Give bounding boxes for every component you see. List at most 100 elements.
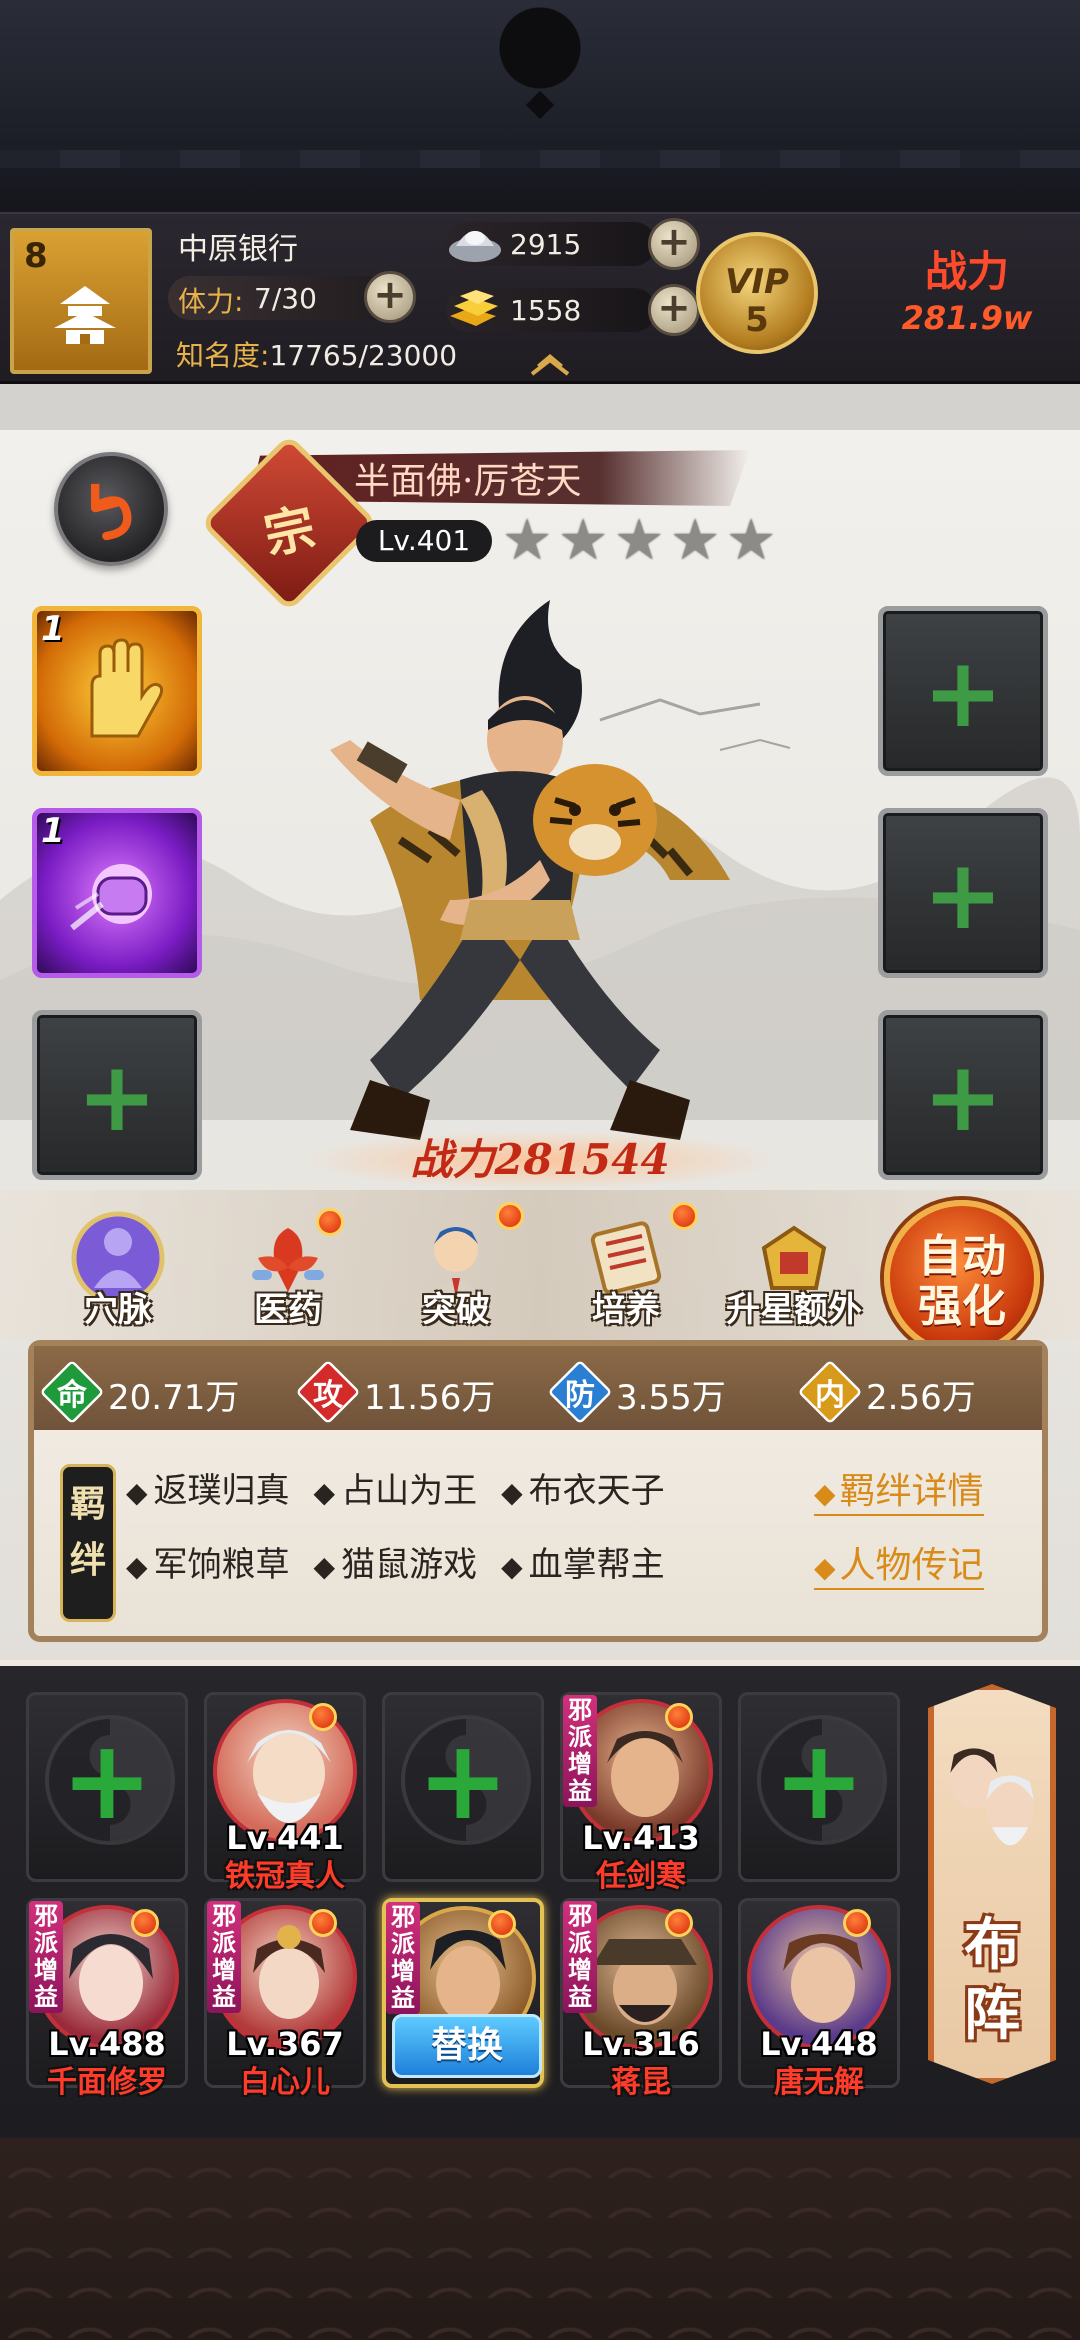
star-icon: ★ xyxy=(726,508,777,573)
skill-slot-empty[interactable]: + xyxy=(32,1010,202,1180)
notification-dot xyxy=(131,1909,159,1937)
hero-power-value: 战力281544 xyxy=(410,1135,670,1184)
bond-row: 返璞归真 占山为王 布衣天子 xyxy=(126,1450,806,1524)
function-breakthrough[interactable]: 突破 xyxy=(386,1202,526,1338)
team-slot-hero[interactable]: Lv.441 铁冠真人 xyxy=(204,1692,366,1894)
evil-sect-bonus-tag: 邪派增益 xyxy=(386,1902,420,2014)
plus-icon: + xyxy=(922,637,1004,749)
bond-item: 血掌帮主 xyxy=(501,1537,665,1586)
notification-dot xyxy=(316,1208,344,1236)
back-arrow-icon xyxy=(91,483,132,541)
star-icon: ★ xyxy=(614,508,665,573)
vip-level: 5 xyxy=(745,300,769,340)
notification-dot xyxy=(496,1202,524,1230)
function-cultivate[interactable]: 培养 xyxy=(556,1202,698,1338)
auto-enhance-button[interactable]: 自动 强化 xyxy=(884,1200,1040,1356)
fame-label: 知名度: xyxy=(176,339,270,372)
function-star-upgrade[interactable]: 升星额外 xyxy=(724,1208,864,1338)
function-label: 突破 xyxy=(422,1290,490,1330)
hero-power: 战力281544 xyxy=(300,1130,780,1190)
player-level: 8 xyxy=(24,236,48,276)
stat-value: 20.71万 xyxy=(108,1378,240,1418)
bond-row: 军饷粮草 猫鼠游戏 血掌帮主 xyxy=(126,1524,806,1598)
function-medicine[interactable]: 医药 xyxy=(218,1208,358,1338)
skill-slot-palm[interactable]: 1 xyxy=(32,606,202,776)
vip-text: VIP xyxy=(725,262,789,302)
team-slot-empty[interactable]: + xyxy=(382,1692,544,1882)
hero-character-art xyxy=(330,600,730,1140)
notification-dot xyxy=(665,1909,693,1937)
team-hero-name: 白心儿 xyxy=(240,2065,330,2100)
vip-badge[interactable]: VIP 5 xyxy=(696,232,818,354)
fame-value: 17765/23000 xyxy=(269,339,458,372)
function-meridian[interactable]: 穴脉 xyxy=(48,1208,188,1338)
silver-value: 2915 xyxy=(510,228,582,261)
player-level-badge[interactable]: 8 xyxy=(10,228,152,374)
team-hero-name: 唐无解 xyxy=(774,2065,864,2100)
purple-fist-icon xyxy=(70,864,152,931)
equipment-slot-empty[interactable]: + xyxy=(878,606,1048,776)
team-hero-name: 铁冠真人 xyxy=(225,1859,345,1894)
pagoda-icon xyxy=(54,286,116,344)
bond-item: 返璞归真 xyxy=(126,1463,290,1512)
skill-slot-fist[interactable]: 1 xyxy=(32,808,202,978)
character-bio-link[interactable]: 人物传记 xyxy=(814,1536,984,1590)
golden-palm-icon xyxy=(90,638,164,738)
team-slot-empty[interactable]: + xyxy=(26,1692,188,1882)
power-label: 战力 xyxy=(924,247,1009,296)
function-label: 升星额外 xyxy=(726,1290,862,1330)
stat-value: 11.56万 xyxy=(364,1378,496,1418)
gold-value: 1558 xyxy=(510,294,582,327)
evil-sect-bonus-tag: 邪派增益 xyxy=(29,1901,63,2013)
team-slot-hero[interactable]: 邪派增益 Lv.367 白心儿 xyxy=(204,1898,366,2100)
team-slot-current-hero[interactable]: 邪派增益 替换 xyxy=(382,1898,544,2088)
replace-button[interactable]: 替换 xyxy=(392,2014,542,2078)
fame-display: 知名度:17765/23000 xyxy=(176,334,457,374)
auto-enhance-label: 自动 强化 xyxy=(918,1231,1006,1332)
evil-sect-bonus-tag: 邪派增益 xyxy=(563,1695,597,1807)
stamina-value: 7/30 xyxy=(254,282,317,315)
notification-dot xyxy=(309,1909,337,1937)
team-slot-empty[interactable]: + xyxy=(738,1692,900,1882)
hero-level: Lv.401 xyxy=(356,520,492,562)
team-hero-name: 蒋昆 xyxy=(611,2065,671,2100)
team-hero-name: 千面修罗 xyxy=(47,2065,167,2100)
add-gold-button[interactable]: + xyxy=(648,284,700,336)
back-button[interactable] xyxy=(54,452,168,566)
formation-button[interactable]: 布阵 xyxy=(928,1684,1056,2084)
bond-tag-text: 羁绊 xyxy=(69,1483,106,1581)
divider-strip xyxy=(0,384,1080,430)
roof-ornament xyxy=(470,0,610,120)
team-slot-hero[interactable]: Lv.448 唐无解 xyxy=(738,1898,900,2100)
notification-dot xyxy=(670,1202,698,1230)
notification-dot xyxy=(665,1703,693,1731)
stat-icon-text: 防 xyxy=(565,1378,595,1413)
roof-decoration xyxy=(0,0,1080,212)
player-name: 中原银行 xyxy=(178,232,298,267)
function-label: 培养 xyxy=(592,1290,660,1330)
notification-dot xyxy=(488,1910,516,1938)
power-value: 281.9w xyxy=(901,299,1033,337)
bond-detail-link[interactable]: 羁绊详情 xyxy=(814,1462,984,1516)
star-icon: ★ xyxy=(502,508,553,573)
floor-decoration xyxy=(0,2138,1080,2340)
team-slot-hero[interactable]: 邪派增益 Lv.488 千面修罗 xyxy=(26,1898,188,2100)
evil-sect-bonus-tag: 邪派增益 xyxy=(207,1901,241,2013)
bond-item: 猫鼠游戏 xyxy=(314,1537,477,1586)
add-silver-button[interactable]: + xyxy=(648,218,700,270)
star-rating: ★ ★ ★ ★ ★ xyxy=(502,508,780,573)
function-label: 医药 xyxy=(254,1290,322,1330)
star-icon: ★ xyxy=(670,508,721,573)
hero-name: 半面佛·厉苍天 xyxy=(354,461,582,502)
stamina-label: 体力: xyxy=(178,285,244,318)
team-slot-hero[interactable]: 邪派增益 Lv.413 任剑寒 xyxy=(560,1692,722,1894)
equipment-slot-empty[interactable]: + xyxy=(878,1010,1048,1180)
bond-item: 军饷粮草 xyxy=(126,1537,290,1586)
team-slot-hero[interactable]: 邪派增益 Lv.316 蒋昆 xyxy=(560,1898,722,2100)
plus-icon: + xyxy=(922,839,1004,951)
chevron-up-icon[interactable] xyxy=(526,350,574,378)
add-stamina-button[interactable]: + xyxy=(364,271,416,323)
equipment-slot-empty[interactable]: + xyxy=(878,808,1048,978)
bond-list: 返璞归真 占山为王 布衣天子 军饷粮草 猫鼠游戏 血掌帮主 xyxy=(126,1450,806,1598)
total-power-display[interactable]: 战力 281.9w xyxy=(862,238,1072,337)
